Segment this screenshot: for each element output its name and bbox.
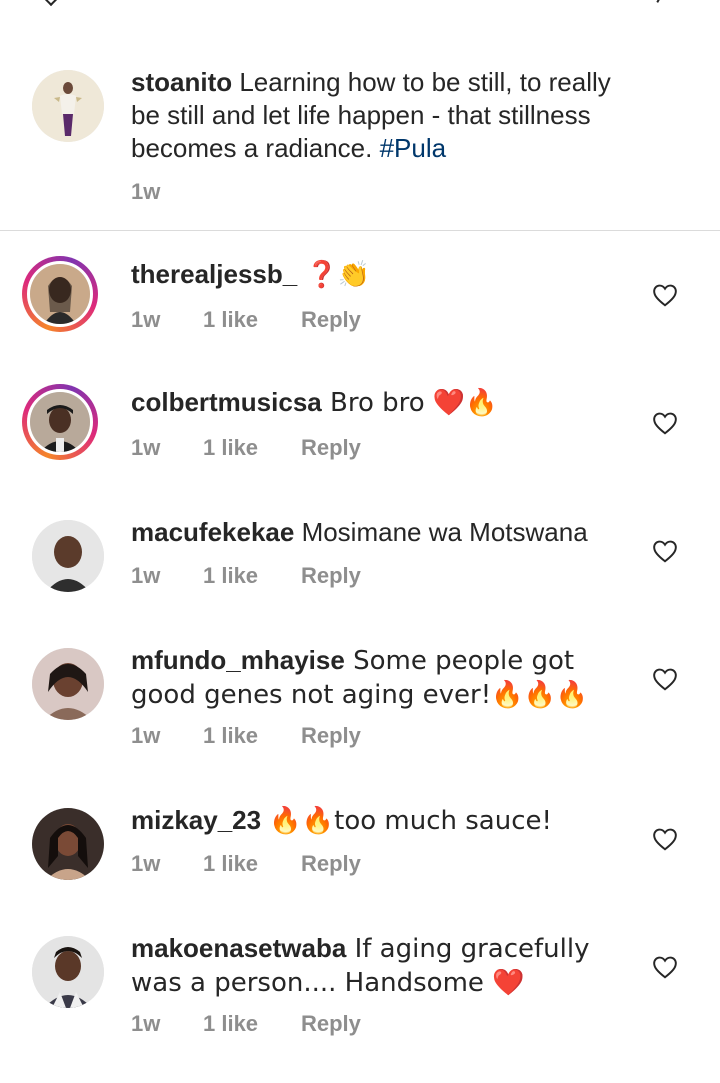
comment-likes[interactable]: 1 like xyxy=(203,722,301,750)
comment-username[interactable]: mfundo_mhayise xyxy=(131,645,345,675)
comment-text: macufekekae Mosimane wa Motswana xyxy=(131,516,641,549)
comment-username[interactable]: makoenasetwaba xyxy=(131,933,346,963)
comment-time: 1w xyxy=(131,307,161,332)
caption-username[interactable]: stoanito xyxy=(131,67,232,97)
direct-message-icon[interactable] xyxy=(652,0,664,3)
comment-row: colbertmusicsa Bro bro ❤️🔥 1w 1 like Reply xyxy=(0,384,720,484)
reply-button[interactable]: Reply xyxy=(301,1010,361,1038)
comment-body: Mosimane wa Motswana xyxy=(294,517,588,547)
comment-time: 1w xyxy=(131,435,161,460)
reply-button[interactable]: Reply xyxy=(301,722,361,750)
comment-time: 1w xyxy=(131,851,161,876)
comment-meta: 1w 1 like Reply xyxy=(131,562,361,590)
comment-avatar[interactable] xyxy=(32,648,104,720)
comment-text: colbertmusicsa Bro bro ❤️🔥 xyxy=(131,386,641,420)
comment-avatar[interactable] xyxy=(22,384,98,460)
comment-row: makoenasetwaba If aging gracefully was a… xyxy=(0,932,720,1052)
caption-hashtag[interactable]: #Pula xyxy=(380,133,447,163)
comment-row: mizkay_23 🔥🔥too much sauce! 1w 1 like Repl… xyxy=(0,804,720,904)
post-caption: stoanito Learning how to be still, to re… xyxy=(0,56,720,230)
comment-meta: 1w 1 like Reply xyxy=(131,722,361,750)
comment-username[interactable]: colbertmusicsa xyxy=(131,387,322,417)
heart-outline-icon[interactable] xyxy=(652,411,678,435)
comment-time: 1w xyxy=(131,563,161,588)
comment-avatar[interactable] xyxy=(32,808,104,880)
comment-text: mizkay_23 🔥🔥too much sauce! xyxy=(131,804,641,838)
comment-meta: 1w 1 like Reply xyxy=(131,1010,361,1038)
comment-username[interactable]: macufekekae xyxy=(131,517,294,547)
comment-likes[interactable]: 1 like xyxy=(203,850,301,878)
comment-likes[interactable]: 1 like xyxy=(203,562,301,590)
comment-username[interactable]: therealjessb_ xyxy=(131,259,297,289)
comment-avatar[interactable] xyxy=(32,520,104,592)
caption-avatar[interactable] xyxy=(32,70,104,142)
comment-body: ❓👏 xyxy=(297,260,371,290)
reply-button[interactable]: Reply xyxy=(301,562,361,590)
comment-text: makoenasetwaba If aging gracefully was a… xyxy=(131,932,641,1000)
comment-avatar[interactable] xyxy=(32,936,104,1008)
heart-outline-icon[interactable] xyxy=(652,539,678,563)
back-chevron-icon[interactable] xyxy=(43,0,59,7)
comment-meta: 1w 1 like Reply xyxy=(131,434,361,462)
caption-time: 1w xyxy=(131,179,161,204)
comment-body: 🔥🔥too much sauce! xyxy=(261,806,552,836)
top-bar-remnant xyxy=(0,0,720,10)
heart-outline-icon[interactable] xyxy=(652,955,678,979)
comment-username[interactable]: mizkay_23 xyxy=(131,805,261,835)
comment-time: 1w xyxy=(131,1011,161,1036)
reply-button[interactable]: Reply xyxy=(301,434,361,462)
comment-likes[interactable]: 1 like xyxy=(203,434,301,462)
heart-outline-icon[interactable] xyxy=(652,283,678,307)
comment-row: macufekekae Mosimane wa Motswana 1w 1 lik… xyxy=(0,516,720,616)
reply-button[interactable]: Reply xyxy=(301,850,361,878)
comment-time: 1w xyxy=(131,723,161,748)
comment-likes[interactable]: 1 like xyxy=(203,306,301,334)
caption-meta: 1w xyxy=(131,178,203,206)
comment-meta: 1w 1 like Reply xyxy=(131,850,361,878)
heart-outline-icon[interactable] xyxy=(652,827,678,851)
heart-outline-icon[interactable] xyxy=(652,667,678,691)
caption-divider xyxy=(0,230,720,231)
comment-text: mfundo_mhayise Some people got good gene… xyxy=(131,644,641,712)
comment-row: mfundo_mhayise Some people got good gene… xyxy=(0,644,720,764)
comment-likes[interactable]: 1 like xyxy=(203,1010,301,1038)
comment-row: therealjessb_ ❓👏 1w 1 like Reply xyxy=(0,256,720,356)
comment-meta: 1w 1 like Reply xyxy=(131,306,361,334)
comment-body: Bro bro ❤️🔥 xyxy=(321,388,498,418)
comment-avatar[interactable] xyxy=(22,256,98,332)
caption-text: stoanito Learning how to be still, to re… xyxy=(131,66,641,165)
comment-text: therealjessb_ ❓👏 xyxy=(131,258,641,292)
reply-button[interactable]: Reply xyxy=(301,306,361,334)
